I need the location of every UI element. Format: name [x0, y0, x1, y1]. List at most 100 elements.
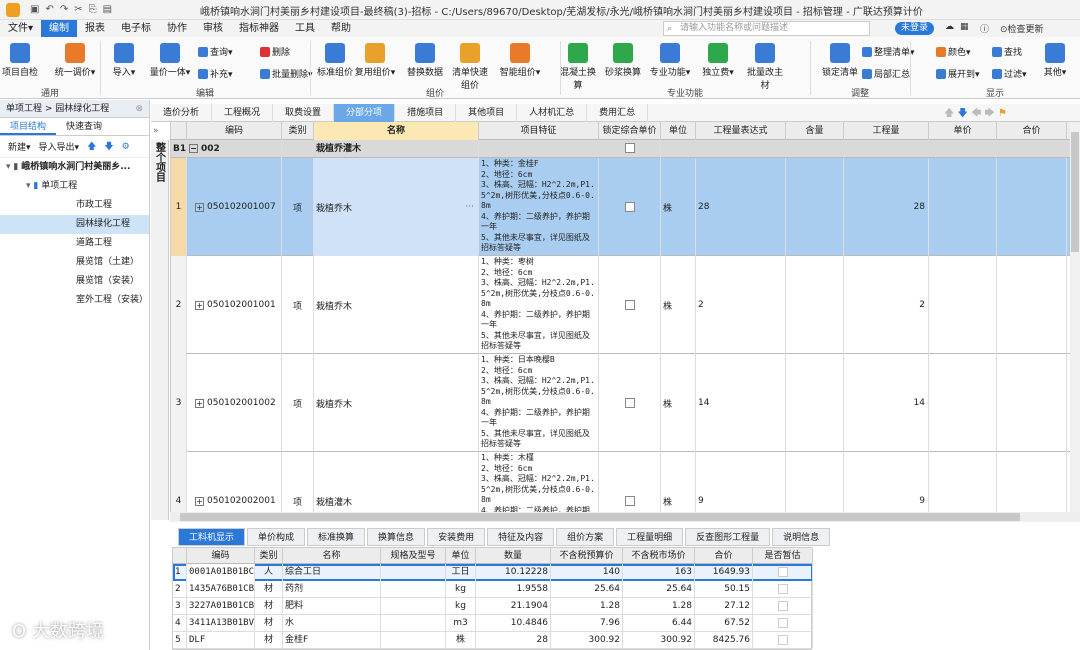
grid-header-cell[interactable]: 类别: [282, 122, 314, 140]
ribbon-button-0[interactable]: 项目自检: [0, 43, 42, 78]
resource-header-cell[interactable]: 是否暂估: [753, 548, 813, 564]
menu-item-0[interactable]: 文件▾: [0, 20, 41, 37]
tree-item[interactable]: 室外工程（安装）: [0, 291, 149, 310]
grid-header-cell[interactable]: 单价: [929, 122, 997, 140]
save-icon[interactable]: ▣: [30, 4, 39, 15]
more-options-icon[interactable]: ···: [465, 202, 474, 212]
resource-row[interactable]: 2 1435A76B01CB 材药剂 kg 1.9558 25.64 25.64 50.15: [173, 581, 813, 598]
menu-item-4[interactable]: 协作: [159, 20, 195, 37]
ribbon-button-2[interactable]: 导入▾: [102, 43, 146, 78]
move-down-icon[interactable]: 🡇: [104, 139, 113, 155]
main-tab-3[interactable]: 分部分项: [334, 104, 396, 122]
expand-icon[interactable]: +: [195, 300, 204, 310]
ribbon-small-button-2[interactable]: 补充▾: [198, 67, 233, 80]
detail-tab-4[interactable]: 安装费用: [427, 528, 486, 546]
table-row[interactable]: 1 +050102001007 项栽植乔木 ··· 1、种类：金桂F 2、地径：6cm …: [171, 158, 1070, 256]
redo-icon[interactable]: ↷: [60, 4, 68, 15]
tree-item[interactable]: ▾ ▮ 单项工程: [0, 177, 149, 196]
expand-icon[interactable]: +: [195, 398, 204, 408]
ribbon-small-button-5[interactable]: 局部汇总: [862, 67, 910, 80]
ribbon-button-5[interactable]: 复用组价▾: [353, 43, 397, 78]
provisional-checkbox[interactable]: [777, 635, 788, 645]
ribbon-small-button-4[interactable]: 整理清单▾: [862, 45, 915, 58]
paste-icon[interactable]: ▤: [103, 4, 112, 15]
cloud-icon[interactable]: ☁: [945, 22, 954, 32]
ribbon-small-button-1[interactable]: 删除: [260, 45, 290, 58]
left-arrow-icon[interactable]: 🡄: [971, 108, 981, 119]
ribbon-button-4[interactable]: 标准组价: [313, 43, 357, 78]
resource-cell[interactable]: 3227A01B01CB: [187, 598, 255, 615]
lock-price-checkbox[interactable]: [624, 202, 635, 212]
column-settings-icon[interactable]: ⚑: [998, 108, 1007, 119]
resource-header-cell[interactable]: 名称: [283, 548, 381, 564]
check-update-button[interactable]: ⊙检查更新: [1000, 22, 1044, 35]
detail-tab-9[interactable]: 说明信息: [772, 528, 831, 546]
grid-horizontal-scrollbar[interactable]: [170, 512, 1080, 522]
ribbon-small-button-7[interactable]: 查找: [992, 45, 1022, 58]
resource-row[interactable]: 1 0001A01B01BC 人综合工日 工日 10.12228 140 163 1649.9…: [173, 564, 813, 581]
main-tab-1[interactable]: 工程概况: [212, 104, 274, 122]
detail-tab-3[interactable]: 换算信息: [367, 528, 426, 546]
grid-header-cell[interactable]: 编码: [187, 122, 282, 140]
main-tab-2[interactable]: 取费设置: [273, 104, 335, 122]
ribbon-button-9[interactable]: 混凝土换算: [556, 43, 600, 91]
resource-header-cell[interactable]: 合价: [695, 548, 753, 564]
down-arrow-icon[interactable]: 🡇: [957, 108, 967, 119]
ribbon-button-14[interactable]: 锁定清单: [818, 43, 862, 78]
ribbon-button-6[interactable]: 替换数据: [403, 43, 447, 78]
menu-item-2[interactable]: 报表: [77, 20, 113, 37]
resource-header-cell[interactable]: 单位: [446, 548, 476, 564]
cut-icon[interactable]: ✂: [74, 4, 82, 15]
ribbon-button-7[interactable]: 清单快速组价: [448, 43, 492, 91]
main-tab-6[interactable]: 人材机汇总: [517, 104, 588, 122]
lock-price-checkbox[interactable]: [624, 496, 635, 506]
detail-tab-0[interactable]: 工料机显示: [178, 528, 246, 546]
ribbon-button-13[interactable]: 批量改主材: [743, 43, 787, 91]
resource-cell[interactable]: 1435A76B01CB: [187, 581, 255, 598]
expand-panel-icon[interactable]: »: [153, 126, 159, 136]
ribbon-button-3[interactable]: 量价一体▾: [148, 43, 192, 78]
detail-tab-5[interactable]: 特征及内容: [487, 528, 555, 546]
grid-header-cell[interactable]: 锁定综合单价: [599, 122, 661, 140]
tree-item[interactable]: 市政工程: [0, 196, 149, 215]
ribbon-button-8[interactable]: 智能组价▾: [498, 43, 542, 78]
left-tab-0[interactable]: 项目结构: [0, 118, 57, 135]
tree-item[interactable]: ▾ ▮ 峨桥镇响水涧门村美丽乡...: [0, 158, 149, 177]
resource-header-cell[interactable]: 数量: [476, 548, 551, 564]
grid-header-cell[interactable]: 名称: [314, 122, 479, 140]
provisional-checkbox[interactable]: [777, 601, 788, 611]
expand-icon[interactable]: +: [195, 202, 204, 212]
menu-item-7[interactable]: 工具: [287, 20, 323, 37]
ribbon-small-button-3[interactable]: 批量删除▾: [260, 67, 313, 80]
lock-price-checkbox[interactable]: [624, 300, 635, 310]
main-tab-0[interactable]: 造价分析: [151, 104, 213, 122]
grid-vertical-scrollbar[interactable]: [1070, 122, 1080, 512]
menu-item-8[interactable]: 帮助: [323, 20, 359, 37]
table-row[interactable]: 3 +050102001002 项栽植乔木 1、种类：日本晚樱B 2、地径：6cm 3…: [171, 354, 1070, 452]
main-tab-5[interactable]: 其他项目: [456, 104, 518, 122]
ribbon-small-button-6[interactable]: 颜色▾: [936, 45, 971, 58]
lock-price-checkbox[interactable]: [624, 398, 635, 408]
new-menu[interactable]: 新建▾: [8, 140, 31, 153]
login-button[interactable]: 未登录: [895, 22, 935, 35]
main-tab-4[interactable]: 措施项目: [395, 104, 457, 122]
ribbon-button-12[interactable]: 独立费▾: [696, 43, 740, 78]
settings-icon[interactable]: ⚙: [122, 142, 130, 152]
lock-price-checkbox[interactable]: [624, 143, 635, 153]
resource-row[interactable]: 3 3227A01B01CB 材肥料 kg 21.1904 1.28 1.28 27.12: [173, 598, 813, 615]
resource-cell[interactable]: 3411A13B01BV: [187, 615, 255, 632]
resource-row[interactable]: 5 DLF 材金桂F 株 28 300.92 300.92 8425.76: [173, 632, 813, 649]
detail-tab-8[interactable]: 反查图形工程量: [685, 528, 771, 546]
collapse-panel-icon[interactable]: ⊗: [135, 100, 143, 118]
menu-item-3[interactable]: 电子标: [113, 20, 159, 37]
table-row[interactable]: 2 +050102001001 项栽植乔木 1、种类：枣树 2、地径：6cm 3、株高…: [171, 256, 1070, 354]
whole-project-tab[interactable]: 整个项目: [151, 140, 169, 520]
grid-header-cell[interactable]: 合价: [997, 122, 1067, 140]
ribbon-small-button-0[interactable]: 查询▾: [198, 45, 233, 58]
detail-tab-1[interactable]: 单价构成: [247, 528, 306, 546]
tree-item[interactable]: 展览馆（安装）: [0, 272, 149, 291]
resource-header-cell[interactable]: 类别: [255, 548, 283, 564]
import-export-menu[interactable]: 导入导出▾: [39, 140, 80, 153]
grid-header-cell[interactable]: 工程量: [844, 122, 929, 140]
detail-tab-7[interactable]: 工程量明细: [616, 528, 684, 546]
